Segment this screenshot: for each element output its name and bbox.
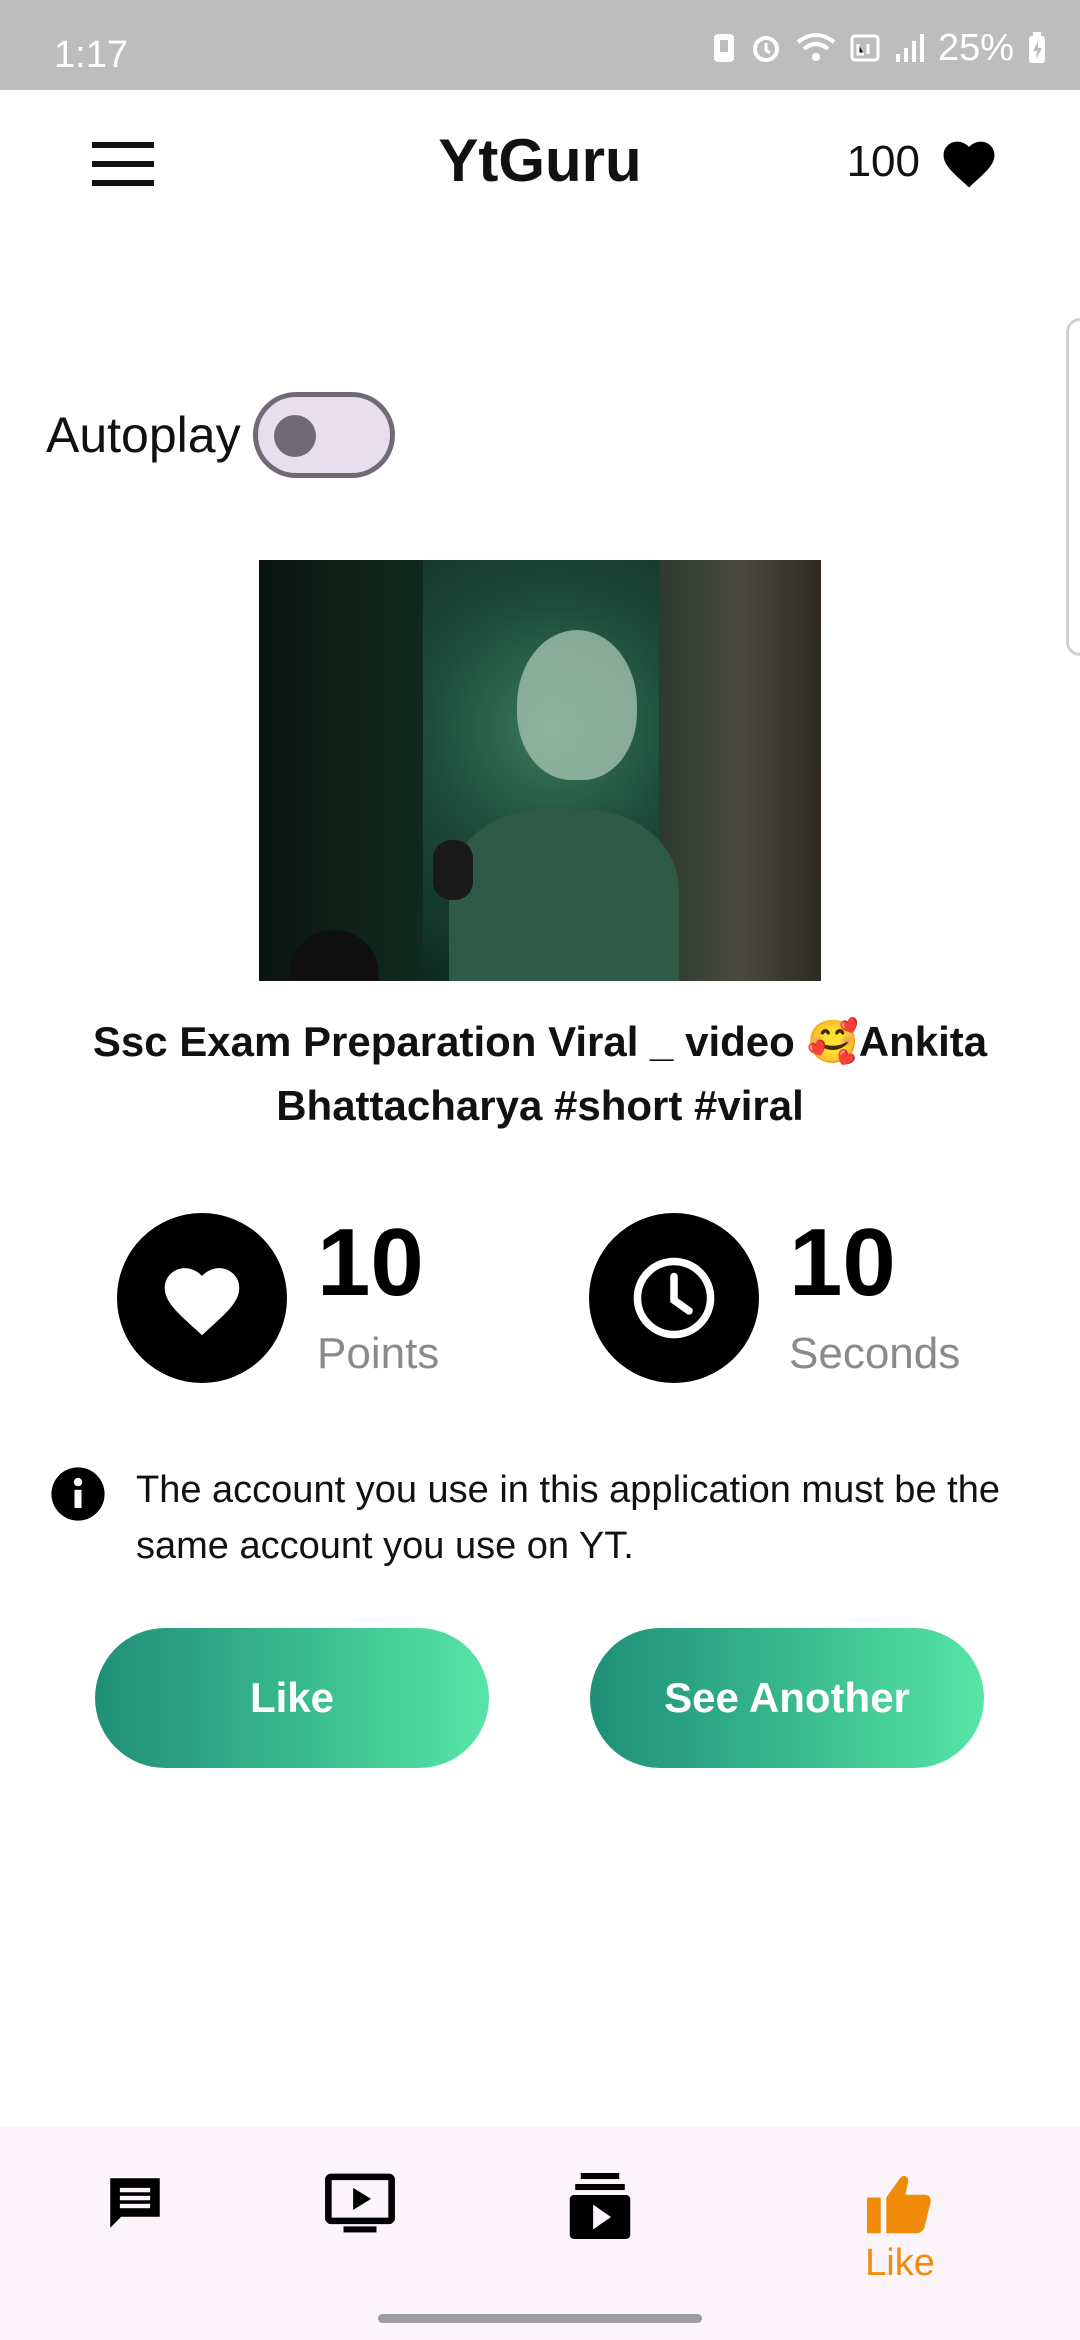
thumbnail-body bbox=[449, 810, 679, 981]
tv-play-icon bbox=[325, 2173, 395, 2233]
account-notice: The account you use in this application … bbox=[50, 1462, 1030, 1574]
message-icon bbox=[110, 2178, 160, 2228]
points-stat-circle bbox=[117, 1213, 287, 1383]
account-notice-text: The account you use in this application … bbox=[136, 1469, 1000, 1567]
thumbnail-right-panel bbox=[659, 560, 821, 981]
alarm-icon bbox=[752, 36, 779, 62]
nav-subscriptions[interactable] bbox=[465, 2126, 735, 2340]
thumbnail-microphone bbox=[433, 840, 473, 900]
autoplay-label: Autoplay bbox=[46, 407, 241, 463]
see-another-button[interactable]: See Another bbox=[590, 1628, 984, 1768]
video-title: Ssc Exam Preparation Viral _ video 🥰Anki… bbox=[92, 1018, 988, 1129]
autoplay-row: Autoplay bbox=[46, 392, 395, 478]
bottom-navigation: Like bbox=[0, 2126, 1080, 2340]
video-thumbnail[interactable] bbox=[259, 560, 821, 981]
status-time: 1:17 bbox=[54, 34, 128, 76]
signal-icon bbox=[895, 34, 924, 62]
points-stat: 10 Points bbox=[117, 1213, 439, 1383]
toggle-knob bbox=[273, 415, 316, 457]
status-icons: 25% bbox=[712, 26, 1046, 69]
edge-panel-handle[interactable] bbox=[1066, 318, 1080, 656]
volte-icon bbox=[850, 34, 880, 62]
seconds-value: 10 bbox=[789, 1209, 896, 1316]
wifi-icon bbox=[796, 33, 836, 61]
points-balance[interactable]: 100 bbox=[847, 134, 1000, 190]
seconds-stat-circle bbox=[589, 1213, 759, 1383]
status-bar: 1:17 25% bbox=[0, 0, 1080, 90]
clock-icon bbox=[633, 1257, 715, 1339]
info-icon bbox=[51, 1467, 105, 1521]
heart-icon bbox=[164, 1268, 240, 1336]
points-value: 10 bbox=[317, 1209, 424, 1316]
app-bar: YtGuru 100 bbox=[0, 90, 1080, 230]
points-label: Points bbox=[317, 1329, 440, 1378]
nav-like-label: Like bbox=[865, 2242, 935, 2284]
seconds-stat: 10 Seconds bbox=[589, 1213, 960, 1383]
battery-percent: 25% bbox=[937, 26, 1014, 69]
thumbnail-left-panel bbox=[259, 560, 423, 981]
seconds-label: Seconds bbox=[789, 1329, 961, 1378]
thumbnail-face bbox=[517, 630, 637, 780]
points-count: 100 bbox=[846, 137, 920, 186]
nav-like[interactable]: Like bbox=[765, 2126, 1035, 2340]
subscriptions-icon bbox=[569, 2173, 631, 2239]
like-button[interactable]: Like bbox=[95, 1628, 489, 1768]
home-indicator[interactable] bbox=[378, 2314, 702, 2323]
seconds-stat-text: 10 Seconds bbox=[789, 1213, 960, 1379]
battery-charging-icon bbox=[1029, 32, 1045, 63]
autoplay-toggle[interactable] bbox=[252, 392, 395, 478]
heart-icon bbox=[943, 141, 995, 188]
battery-saver-icon bbox=[713, 34, 734, 62]
points-stat-text: 10 Points bbox=[317, 1213, 439, 1379]
thumb-up-icon bbox=[867, 2175, 931, 2234]
nav-videos[interactable] bbox=[225, 2126, 495, 2340]
